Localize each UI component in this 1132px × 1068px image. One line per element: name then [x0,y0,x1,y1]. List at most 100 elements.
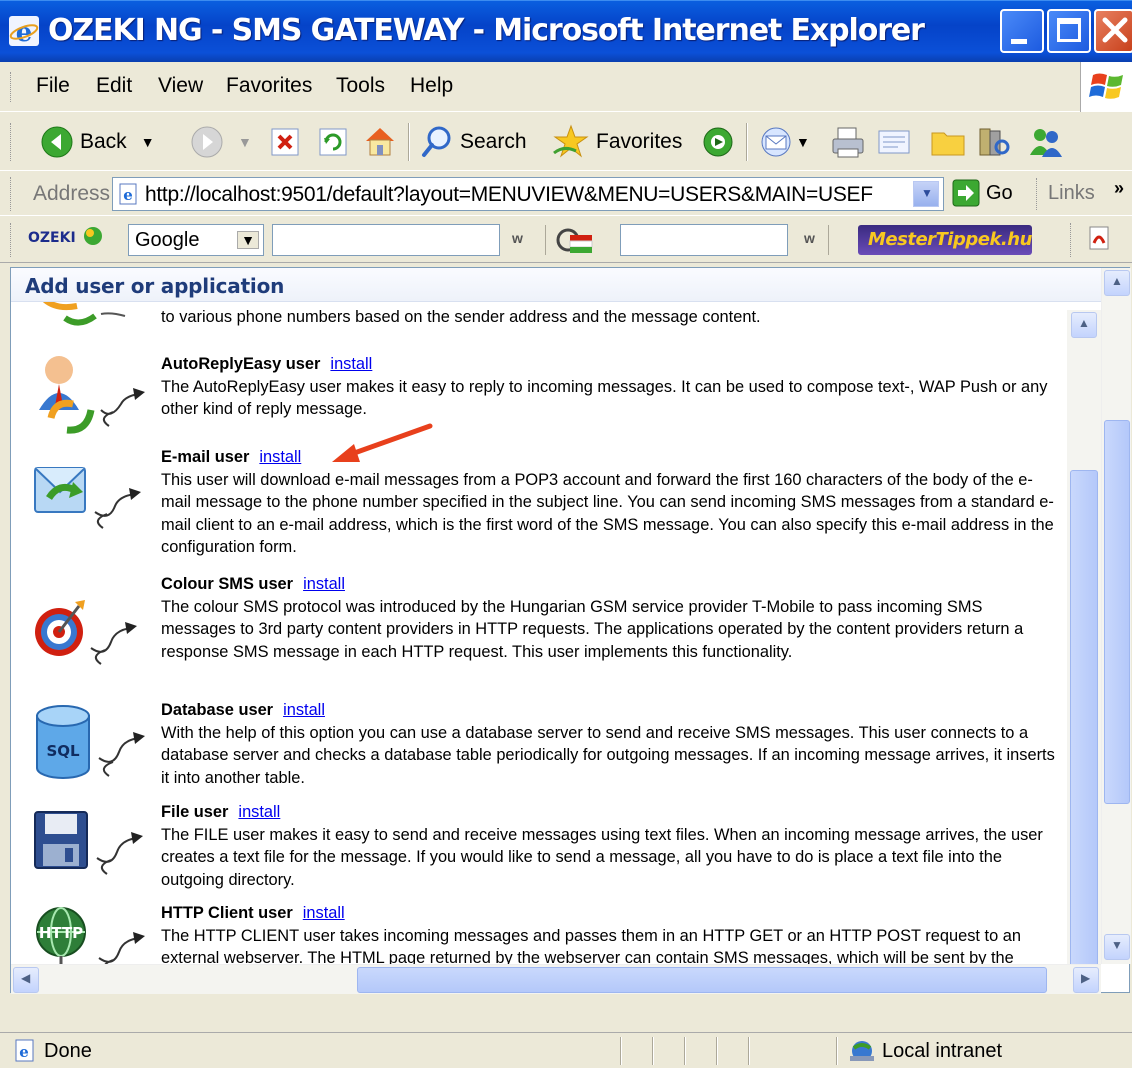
google-search-input[interactable] [272,224,500,256]
home-icon[interactable] [362,123,398,159]
menu-help[interactable]: Help [410,74,453,98]
maximize-button[interactable] [1047,9,1091,53]
email-user-entry: E-mail user install This user will downlo… [161,446,1061,559]
ozeki-brand[interactable]: OZEKI [28,230,76,246]
svg-text:SQL: SQL [46,742,80,760]
colour-sms-user-desc: The colour SMS protocol was introduced b… [161,597,1024,661]
partial-entry-text: to various phone numbers based on the se… [161,308,761,326]
intranet-zone-icon [850,1041,874,1061]
menu-edit[interactable]: Edit [96,74,132,98]
database-user-desc: With the help of this option you can use… [161,723,1055,787]
svg-text:e: e [123,186,133,204]
svg-text:e: e [16,18,33,47]
messenger-icon[interactable] [1026,125,1066,159]
colour-sms-user-entry: Colour SMS user install The colour SMS pr… [161,573,1061,663]
windows-flag-icon [1089,73,1123,99]
email-user-desc: This user will download e-mail messages … [161,470,1054,557]
search-icon [422,126,451,157]
close-button[interactable] [1094,9,1132,53]
menu-tools[interactable]: Tools [336,74,385,98]
scroll-right-button[interactable]: ▶ [1073,967,1099,993]
inner-scroll-thumb[interactable] [1070,470,1098,992]
email-install-link[interactable]: install [259,448,301,466]
flag-icon[interactable] [556,225,596,255]
scroll-down-button[interactable]: ▼ [1104,934,1130,960]
refresh-icon[interactable] [318,127,348,157]
colour-sms-install-link[interactable]: install [303,575,345,593]
page-icon: e [119,183,137,205]
section-title: Add user or application [25,274,285,298]
media-icon[interactable] [700,125,736,159]
autoreply-user-icon [39,356,145,434]
autoreply-install-link[interactable]: install [330,355,372,373]
go-arrow-icon [952,179,980,207]
inner-vertical-scrollbar[interactable]: ▲ [1067,310,1101,992]
globe-icon [84,227,102,245]
folder-icon[interactable] [930,125,966,159]
chevron-down-icon: ▼ [921,186,933,200]
menu-favorites[interactable]: Favorites [226,74,312,98]
mestertippek-logo[interactable]: MesterTippek.hu [858,225,1032,255]
cycle-arrows-icon [43,302,126,326]
links-label[interactable]: Links [1048,182,1095,205]
mail-icon [761,127,791,157]
back-dropdown-icon[interactable]: ▼ [141,134,155,150]
chevron-more-icon[interactable]: » [1114,178,1124,199]
mail-button[interactable]: ▼ [760,125,810,159]
translate-input[interactable] [620,224,788,256]
email-user-name: E-mail user [161,448,250,466]
svg-text:HTTP: HTTP [39,924,83,942]
http-client-install-link[interactable]: install [303,904,345,922]
file-install-link[interactable]: install [238,803,280,821]
title-bar[interactable]: e OZEKI NG - SMS GATEWAY - Microsoft Int… [0,0,1132,62]
minimize-button[interactable] [1000,9,1044,53]
chevron-down-icon: ▼ [237,231,259,249]
autoreply-user-name: AutoReplyEasy user [161,355,321,373]
chevron-down-icon: ▼ [1111,938,1123,952]
address-dropdown[interactable]: ▼ [913,181,939,207]
horizontal-scrollbar[interactable]: ◀ ▶ [11,964,1101,994]
page-done-icon: e [15,1039,34,1062]
email-user-icon [34,467,141,529]
ie-icon: e [9,16,39,47]
address-input[interactable]: e http://localhost:9501/default?layout=M… [112,177,944,211]
chevron-right-icon: ▶ [1081,971,1091,985]
colour-sms-user-icon [35,600,137,665]
search-button[interactable]: Search [420,125,527,159]
scroll-thumb[interactable] [1104,420,1130,804]
go-button[interactable]: Go [952,179,1013,207]
print-icon[interactable] [830,125,866,159]
vertical-scrollbar[interactable]: ▲ ▼ [1101,268,1131,964]
research-icon[interactable] [976,125,1012,159]
search-engine-select[interactable]: Google ▼ [128,224,264,256]
colour-sms-user-name: Colour SMS user [161,575,294,593]
address-bar: Address e http://localhost:9501/default?… [0,172,1132,216]
chevron-left-icon: ◀ [21,971,31,985]
menu-file[interactable]: File [36,74,70,98]
back-icon [41,126,73,158]
user-list: to various phone numbers based on the se… [11,302,1101,992]
pdf-icon[interactable] [1086,225,1112,251]
scroll-left-button[interactable]: ◀ [13,967,39,993]
google-toolbar: OZEKI Google ▼ ᴡ ᴡ MesterTippek.hu [0,217,1132,263]
edit-icon[interactable] [876,125,912,159]
favorites-star-icon [553,124,589,158]
back-button[interactable]: Back ▼ [40,125,155,159]
horizontal-scroll-thumb[interactable] [357,967,1047,993]
binoculars-icon[interactable]: ᴡ [512,230,523,246]
forward-dropdown-icon[interactable]: ▼ [238,134,252,150]
binoculars-icon[interactable]: ᴡ [804,230,815,246]
inner-scroll-up-button[interactable]: ▲ [1071,312,1097,338]
file-user-icon [34,811,143,875]
stop-icon[interactable] [270,127,300,157]
scroll-up-button[interactable]: ▲ [1104,270,1130,296]
window-title: OZEKI NG - SMS GATEWAY - Microsoft Inter… [48,13,925,48]
database-user-icon: SQL [36,705,145,779]
file-user-desc: The FILE user makes it easy to send and … [161,825,1043,889]
forward-button[interactable]: ▼ [190,125,252,159]
database-install-link[interactable]: install [283,701,325,719]
menu-view[interactable]: View [158,74,203,98]
favorites-button[interactable]: Favorites [552,123,682,161]
address-url: http://localhost:9501/default?layout=MEN… [145,183,873,206]
windows-logo [1080,62,1132,112]
